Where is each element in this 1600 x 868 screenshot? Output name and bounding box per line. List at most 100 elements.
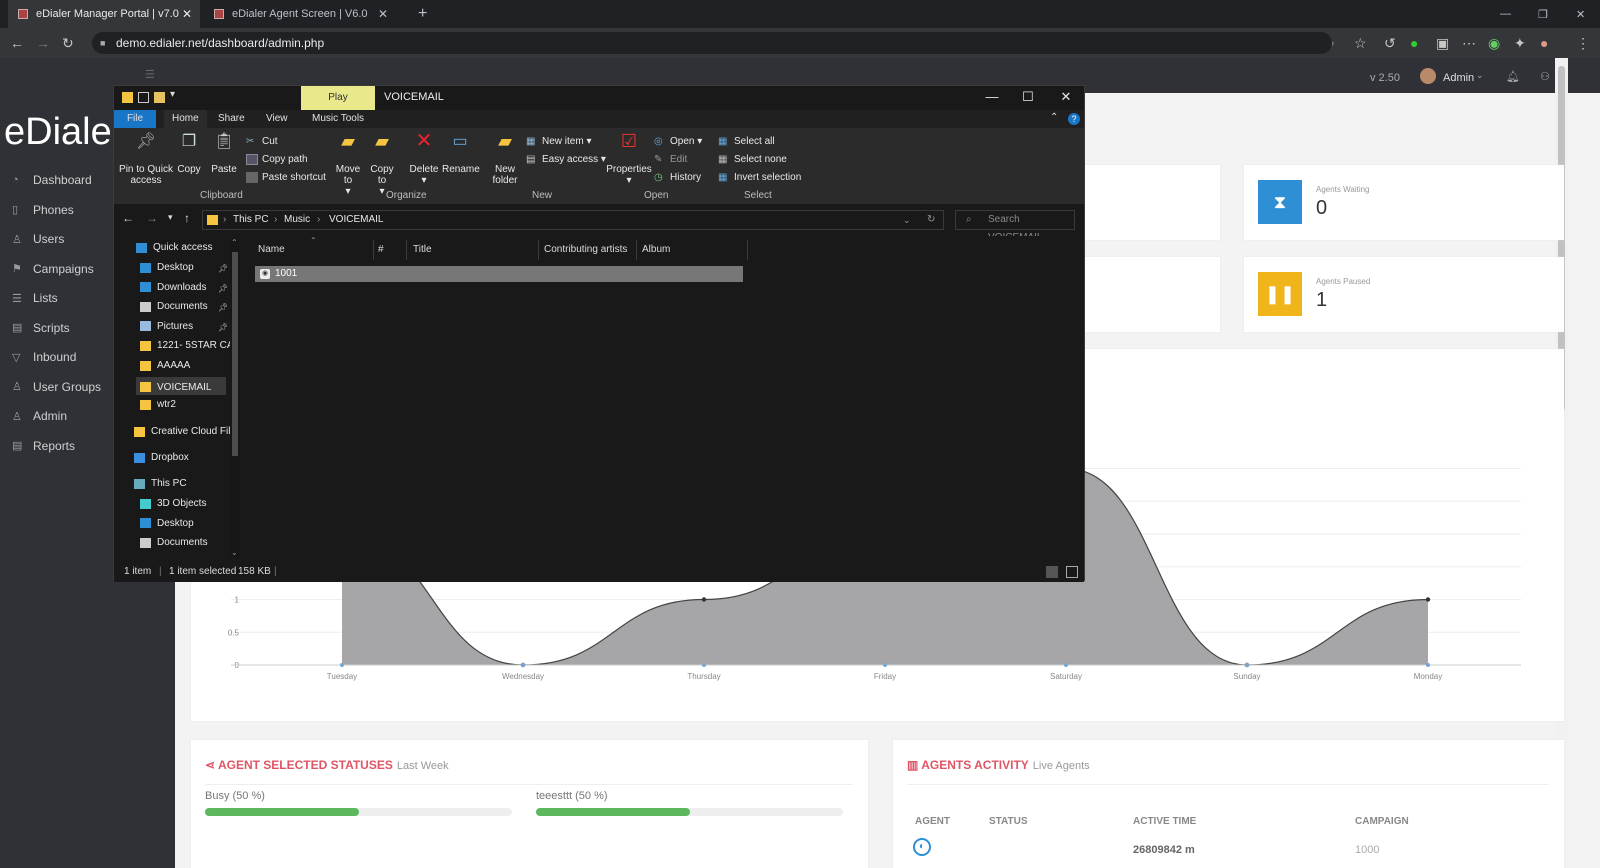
nav-scrollbar[interactable]: ⌃ ⌄ [230,238,240,558]
nav-scrollbar-thumb[interactable] [232,252,238,456]
tab-share[interactable]: Share [210,110,253,128]
browser-tab-manager[interactable]: eDialer Manager Portal | v7.0 ✕ [8,0,200,28]
nav-item-pictures[interactable]: Pictures [140,321,193,332]
col-name[interactable]: Name [258,244,285,255]
col-album[interactable]: Album [642,244,670,255]
history-icon[interactable]: ↺ [1384,28,1396,58]
nav-this-pc[interactable]: This PC [134,478,187,489]
pin-icon[interactable]: 📌︎ [218,284,228,293]
maximize-icon[interactable]: ☐ [1010,86,1046,108]
nav-item-aaaaa[interactable]: AAAAA [140,360,190,371]
copy-to-button[interactable]: ▰ Copy to ▾ [368,132,396,197]
agent-avatar-icon[interactable]: ◐ [913,838,931,856]
nav-item-desktop[interactable]: Desktop [140,262,194,273]
explorer-titlebar[interactable]: ▾ Play VOICEMAIL — ☐ ✕ [114,86,1084,110]
dots-extension-icon[interactable]: ⋯ [1462,28,1476,58]
path-dropdown-icon[interactable]: ⌄ [903,211,911,229]
nav-item-voicemail[interactable]: VOICEMAIL [136,376,226,395]
col-number[interactable]: # [378,244,384,255]
star-icon[interactable]: ☆ [1354,28,1367,58]
file-row[interactable]: ◉ 1001 [255,266,743,282]
nav-item-1221-5star-cal[interactable]: 1221- 5STAR CAL [140,340,239,351]
tab-home[interactable]: Home [164,110,207,128]
extension-icon[interactable]: ▣ [1436,28,1449,58]
easy-access-button[interactable]: ▤ Easy access ▾ [526,154,606,165]
pin-icon[interactable]: 📌︎ [218,303,228,312]
puzzle-icon[interactable]: ✦ [1514,28,1526,58]
open-button[interactable]: ◎ Open ▾ [654,136,702,147]
profile-avatar-icon[interactable]: ● [1540,28,1548,58]
rename-button[interactable]: ▭ Rename [442,134,480,176]
edit-button[interactable]: ✎ Edit [654,154,687,165]
nav-dropbox[interactable]: Dropbox [134,452,189,463]
search-input[interactable]: ⌕ Search VOICEMAIL [955,210,1075,243]
tab-view[interactable]: View [258,110,296,128]
scroll-down-icon[interactable]: ⌄ [231,548,238,557]
up-icon[interactable]: ↑ [184,211,190,225]
user-name[interactable]: Admin [1443,72,1474,84]
nav-pc-3d-objects[interactable]: 3D Objects [140,498,206,509]
paste-button[interactable]: 📋︎ Paste [210,134,238,176]
nav-item-admin[interactable]: ♙ Admin [12,409,67,423]
pin-icon[interactable]: 📌︎ [218,264,228,273]
properties-quick-icon[interactable] [138,92,149,103]
menu-icon[interactable]: ⋮ [1576,28,1590,58]
new-item-button[interactable]: ▦ New item ▾ [526,136,592,147]
select-all-button[interactable]: ▦ Select all [718,136,775,147]
recent-locations-icon[interactable]: ▾ [168,212,173,223]
nav-item-campaigns[interactable]: ⚑ Campaigns [12,262,94,276]
reload-icon[interactable]: ↻ [62,28,74,58]
minimize-icon[interactable]: — [974,86,1010,108]
nav-pc-desktop[interactable]: Desktop [140,518,194,529]
delete-button[interactable]: ✕ Delete ▾ [408,131,440,186]
nav-item-lists[interactable]: ☰ Lists [12,291,58,305]
minimize-icon[interactable]: — [1490,0,1521,28]
close-tab-icon[interactable]: ✕ [378,7,388,21]
breadcrumb-this-pc[interactable]: This PC [233,211,269,229]
cut-button[interactable]: ✂ Cut [246,136,278,147]
large-icons-view-icon[interactable] [1066,566,1078,578]
help-icon[interactable]: ? [1068,113,1080,125]
nav-item-phones[interactable]: ▯ Phones [12,203,74,217]
close-window-icon[interactable]: ✕ [1048,86,1084,108]
paste-shortcut-button[interactable]: Paste shortcut [246,172,326,183]
close-window-icon[interactable]: ✕ [1566,0,1595,28]
restore-icon[interactable]: ❐ [1528,0,1558,28]
hamburger-icon[interactable]: ☰ [145,68,155,81]
quick-access-dropdown-icon[interactable]: ▾ [170,89,175,100]
scroll-up-icon[interactable]: ⌃ [231,238,238,247]
new-folder-quick-icon[interactable] [154,92,165,103]
new-tab-icon[interactable]: + [408,0,437,28]
new-folder-button[interactable]: ▰ New folder [488,132,522,186]
browser-tab-agent[interactable]: eDialer Agent Screen | V6.0 ✕ [204,0,396,28]
play-context-tab[interactable]: Play [301,86,375,110]
tab-file[interactable]: File [114,110,156,128]
nav-item-user-groups[interactable]: ♙ User Groups [12,380,101,394]
collapse-ribbon-icon[interactable]: ⌃ [1050,112,1058,123]
back-icon[interactable]: ← [10,28,24,58]
chevron-down-icon[interactable]: ⌄ [1476,70,1484,81]
breadcrumb-voicemail[interactable]: VOICEMAIL [329,211,383,229]
nav-item-scripts[interactable]: ▤ Scripts [12,321,70,335]
tab-music-tools[interactable]: Music Tools [304,110,372,128]
nav-pc-documents[interactable]: Documents [140,537,208,548]
nav-item-documents[interactable]: Documents [140,301,208,312]
close-tab-icon[interactable]: ✕ [182,7,192,21]
copy-path-button[interactable]: Copy path [246,154,308,165]
properties-button[interactable]: ☑ Properties ▾ [606,132,652,186]
refresh-icon[interactable]: ↻ [927,211,935,229]
col-contributing-artists[interactable]: Contributing artists [544,244,627,255]
pin-quick-access-button[interactable]: 📌︎ Pin to Quick access [118,134,174,187]
nav-item-dashboard[interactable]: ◔ Dashboard [12,173,92,187]
col-title[interactable]: Title [413,244,432,255]
nav-item-wtr2[interactable]: wtr2 [140,399,176,410]
bell-icon[interactable]: 🔔︎ [1506,70,1520,83]
move-to-button[interactable]: ▰ Move to ▾ [334,132,362,197]
nav-item-downloads[interactable]: Downloads [140,282,206,293]
forward-icon[interactable]: → [36,28,50,58]
pin-icon[interactable]: 📌︎ [218,323,228,332]
users-icon[interactable]: ⚇ [1540,70,1550,83]
breadcrumb-music[interactable]: Music [284,211,310,229]
history-button[interactable]: ◷ History [654,172,701,183]
address-bar[interactable]: ■ demo.edialer.net/dashboard/admin.php [92,32,1332,54]
